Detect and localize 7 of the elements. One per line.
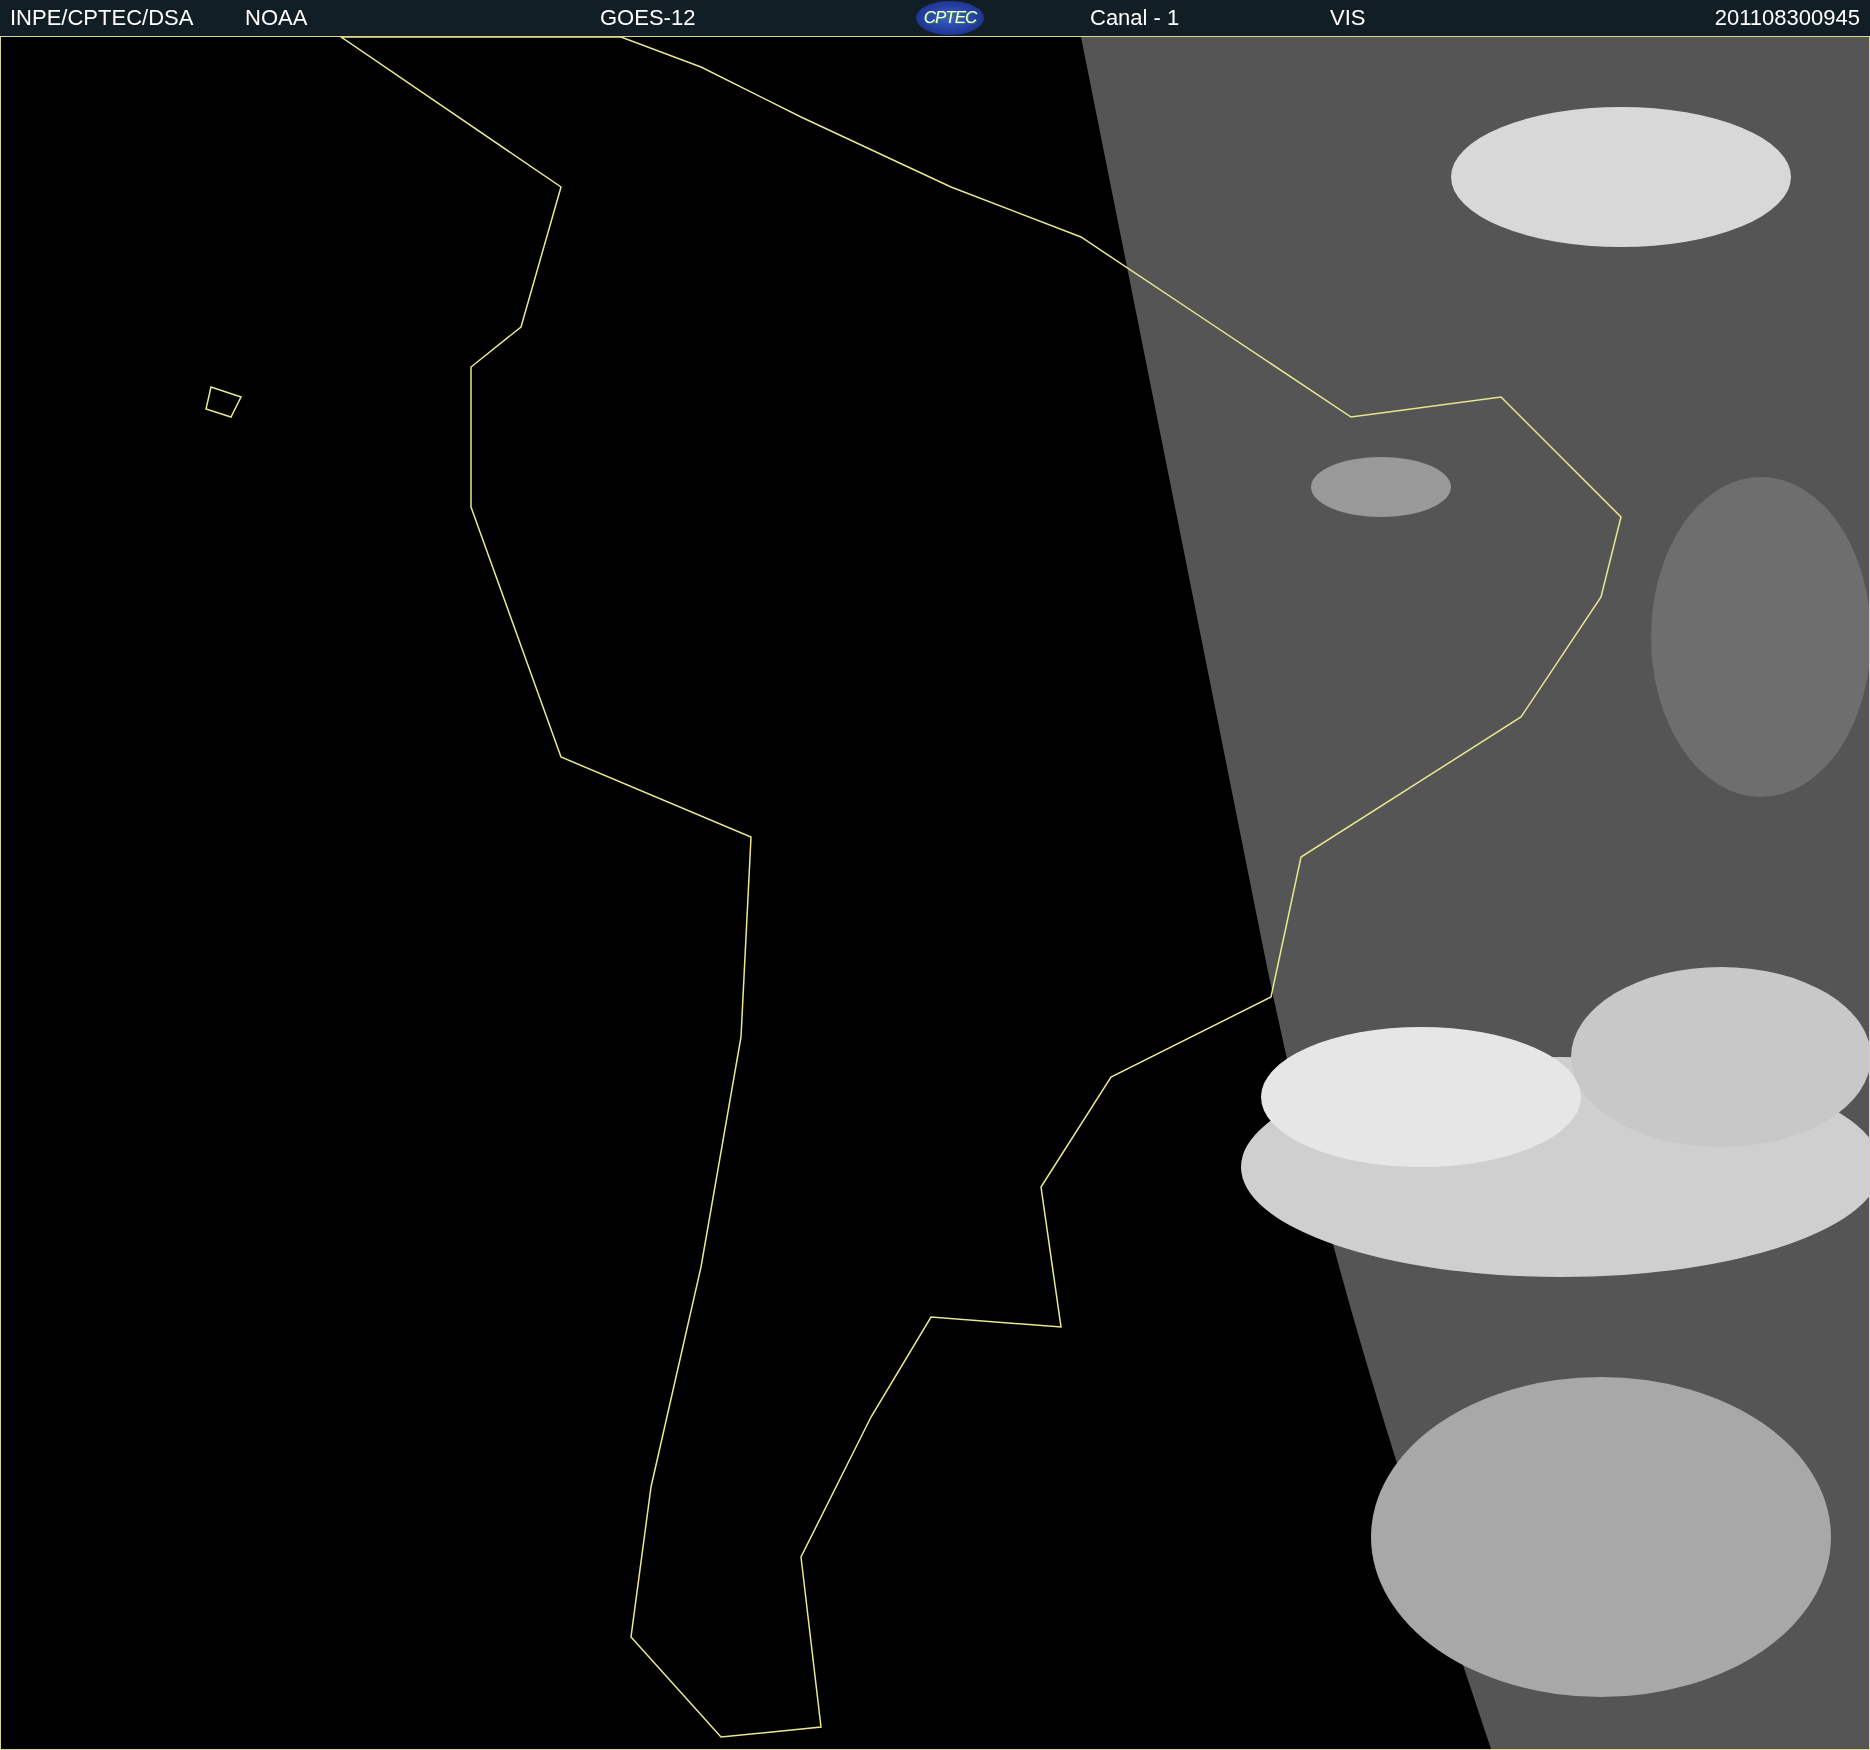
header-label: GOES-12 xyxy=(600,5,696,31)
header-label: 201108300945 xyxy=(1714,5,1860,31)
header-label: INPE/CPTEC/DSA xyxy=(10,5,194,31)
logo: CPTEC xyxy=(916,1,984,35)
header-label: VIS xyxy=(1330,5,1366,31)
header-label: NOAA xyxy=(245,5,308,31)
header-label: Canal - 1 xyxy=(1089,5,1180,31)
